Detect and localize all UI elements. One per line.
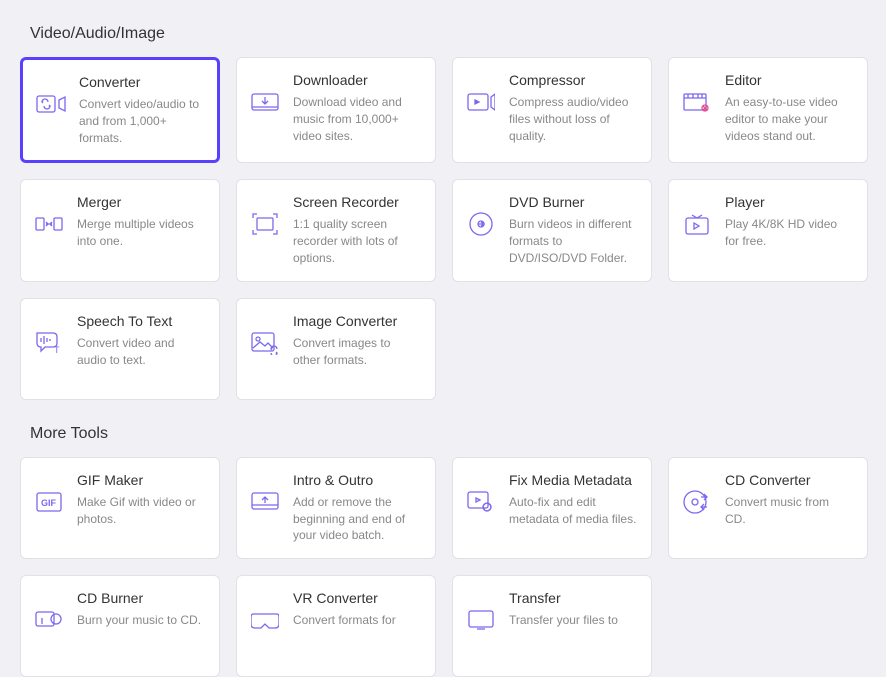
screen-recorder-icon (249, 208, 281, 240)
image-converter-icon (249, 327, 281, 359)
card-desc: Convert images to other formats. (293, 335, 421, 369)
card-title: Fix Media Metadata (509, 472, 637, 488)
card-desc: Compress audio/video files without loss … (509, 94, 637, 144)
tool-card-fix-media-metadata[interactable]: Fix Media Metadata Auto-fix and edit met… (452, 457, 652, 559)
card-desc: Transfer your files to (509, 612, 637, 629)
card-desc: Burn videos in different formats to DVD/… (509, 216, 637, 266)
transfer-icon (465, 604, 497, 636)
svg-text:GIF: GIF (41, 498, 57, 508)
cd-burner-icon (33, 604, 65, 636)
card-title: Player (725, 194, 853, 210)
card-title: CD Burner (77, 590, 205, 606)
tool-card-speech-to-text[interactable]: T Speech To Text Convert video and audio… (20, 298, 220, 400)
card-desc: Download video and music from 10,000+ vi… (293, 94, 421, 144)
intro-outro-icon (249, 486, 281, 518)
tool-card-intro-outro[interactable]: Intro & Outro Add or remove the beginnin… (236, 457, 436, 559)
more-tools-grid: GIF GIF Maker Make Gif with video or pho… (20, 457, 866, 677)
vr-converter-icon (249, 604, 281, 636)
card-title: VR Converter (293, 590, 421, 606)
card-title: Speech To Text (77, 313, 205, 329)
card-title: Merger (77, 194, 205, 210)
compressor-icon (465, 86, 497, 118)
tool-card-editor[interactable]: Editor An easy-to-use video editor to ma… (668, 57, 868, 163)
card-desc: Convert video/audio to and from 1,000+ f… (79, 96, 203, 146)
card-title: CD Converter (725, 472, 853, 488)
tool-card-vr-converter[interactable]: VR Converter Convert formats for (236, 575, 436, 677)
card-title: Converter (79, 74, 203, 90)
card-desc: Burn your music to CD. (77, 612, 205, 629)
tool-card-converter[interactable]: Converter Convert video/audio to and fro… (20, 57, 220, 163)
tool-card-gif-maker[interactable]: GIF GIF Maker Make Gif with video or pho… (20, 457, 220, 559)
dvd-burner-icon (465, 208, 497, 240)
card-desc: Play 4K/8K HD video for free. (725, 216, 853, 250)
card-title: GIF Maker (77, 472, 205, 488)
card-desc: Convert formats for (293, 612, 421, 629)
card-desc: An easy-to-use video editor to make your… (725, 94, 853, 144)
tool-card-player[interactable]: Player Play 4K/8K HD video for free. (668, 179, 868, 281)
tool-card-dvd-burner[interactable]: DVD Burner Burn videos in different form… (452, 179, 652, 281)
tool-card-image-converter[interactable]: Image Converter Convert images to other … (236, 298, 436, 400)
gif-maker-icon: GIF (33, 486, 65, 518)
card-desc: Make Gif with video or photos. (77, 494, 205, 528)
card-desc: Merge multiple videos into one. (77, 216, 205, 250)
card-title: Editor (725, 72, 853, 88)
tool-card-downloader[interactable]: Downloader Download video and music from… (236, 57, 436, 163)
section-title-video-audio-image: Video/Audio/Image (30, 25, 866, 43)
tool-card-transfer[interactable]: Transfer Transfer your files to (452, 575, 652, 677)
card-desc: 1:1 quality screen recorder with lots of… (293, 216, 421, 266)
card-title: Transfer (509, 590, 637, 606)
card-desc: Add or remove the beginning and end of y… (293, 494, 421, 544)
card-desc: Convert music from CD. (725, 494, 853, 528)
converter-icon (35, 88, 67, 120)
card-title: Compressor (509, 72, 637, 88)
card-title: Screen Recorder (293, 194, 421, 210)
tool-card-merger[interactable]: Merger Merge multiple videos into one. (20, 179, 220, 281)
card-title: DVD Burner (509, 194, 637, 210)
card-title: Intro & Outro (293, 472, 421, 488)
cd-converter-icon (681, 486, 713, 518)
tool-card-cd-burner[interactable]: CD Burner Burn your music to CD. (20, 575, 220, 677)
editor-icon (681, 86, 713, 118)
merger-icon (33, 208, 65, 240)
player-icon (681, 208, 713, 240)
speech-to-text-icon: T (33, 327, 65, 359)
tool-card-compressor[interactable]: Compressor Compress audio/video files wi… (452, 57, 652, 163)
card-title: Downloader (293, 72, 421, 88)
card-desc: Auto-fix and edit metadata of media file… (509, 494, 637, 528)
card-title: Image Converter (293, 313, 421, 329)
video-audio-image-grid: Converter Convert video/audio to and fro… (20, 57, 866, 400)
tool-card-screen-recorder[interactable]: Screen Recorder 1:1 quality screen recor… (236, 179, 436, 281)
card-desc: Convert video and audio to text. (77, 335, 205, 369)
svg-text:T: T (54, 345, 60, 355)
tool-card-cd-converter[interactable]: CD Converter Convert music from CD. (668, 457, 868, 559)
downloader-icon (249, 86, 281, 118)
fix-metadata-icon (465, 486, 497, 518)
section-title-more-tools: More Tools (30, 425, 866, 443)
